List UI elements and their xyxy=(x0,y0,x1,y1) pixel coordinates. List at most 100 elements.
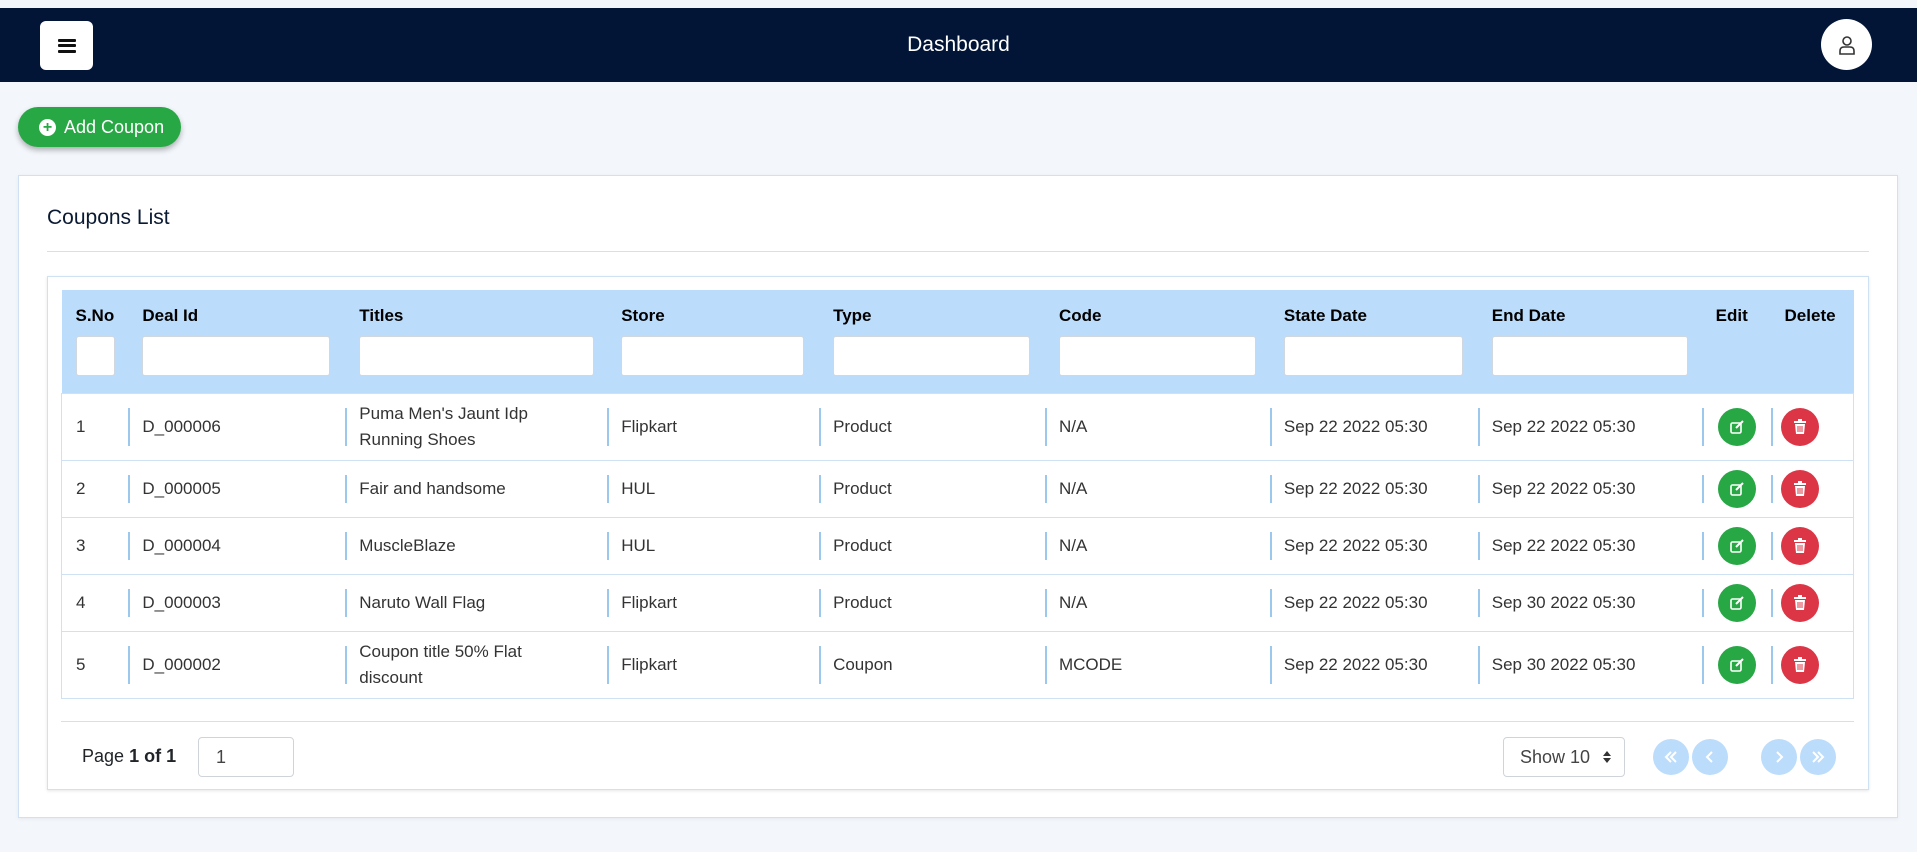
delete-button[interactable] xyxy=(1780,645,1819,684)
cell-edit xyxy=(1701,516,1771,574)
cell-edit xyxy=(1701,573,1771,631)
cell-text: HUL xyxy=(621,535,656,555)
edit-button[interactable] xyxy=(1717,645,1756,684)
cell-code: N/A xyxy=(1044,516,1270,574)
menu-icon xyxy=(57,38,76,53)
header-code: Code xyxy=(1045,290,1270,393)
cell-text: 2 xyxy=(76,478,86,498)
cell-text: Product xyxy=(833,478,892,498)
header-sno: S.No xyxy=(62,290,129,393)
cell-text: Naruto Wall Flag xyxy=(359,592,486,612)
filter-store-input[interactable] xyxy=(621,336,805,376)
user-button[interactable] xyxy=(1821,19,1872,70)
cell-text: N/A xyxy=(1058,535,1088,555)
page-size-select[interactable]: Show 10 xyxy=(1503,737,1625,777)
cell-title: Fair and handsome xyxy=(345,459,608,517)
cell-sno: 4 xyxy=(61,573,129,631)
cell-text: 1 xyxy=(76,416,86,436)
edit-icon xyxy=(1729,595,1744,610)
delete-button[interactable] xyxy=(1780,583,1819,622)
add-coupon-button[interactable]: + Add Coupon xyxy=(18,107,182,147)
cell-title: MuscleBlaze xyxy=(345,516,608,574)
table-row: 1 D_000006 Puma Men's Jaunt Idp Running Sh… xyxy=(61,392,1854,460)
edit-button[interactable] xyxy=(1717,407,1756,446)
delete-button[interactable] xyxy=(1780,407,1819,446)
cell-type: Coupon xyxy=(819,630,1045,699)
delete-button[interactable] xyxy=(1780,469,1819,508)
pager-divider xyxy=(61,721,1854,722)
header-label: Type xyxy=(833,306,872,325)
add-coupon-label: Add Coupon xyxy=(64,116,165,137)
header-delete: Delete xyxy=(1771,290,1854,393)
filter-end-date-input[interactable] xyxy=(1491,336,1688,376)
header-end-date: End Date xyxy=(1478,290,1702,393)
cell-start-date: Sep 22 2022 05:30 xyxy=(1269,630,1478,699)
cell-text: Sep 22 2022 05:30 xyxy=(1491,416,1636,436)
page-number-input[interactable] xyxy=(198,737,294,777)
header-type: Type xyxy=(819,290,1045,393)
filter-titles-input[interactable] xyxy=(359,336,595,376)
cell-text: Sep 22 2022 05:30 xyxy=(1491,535,1636,555)
cell-start-date: Sep 22 2022 05:30 xyxy=(1269,516,1478,574)
cell-deal-id: D_000006 xyxy=(128,392,346,460)
first-page-button[interactable] xyxy=(1653,739,1689,775)
cell-text: 5 xyxy=(76,654,86,674)
cell-text: N/A xyxy=(1058,416,1088,436)
cell-delete xyxy=(1770,630,1854,699)
cell-code: N/A xyxy=(1044,573,1270,631)
menu-button[interactable] xyxy=(40,21,93,70)
cell-title: Coupon title 50% Flat discount xyxy=(345,630,608,699)
cell-start-date: Sep 22 2022 05:30 xyxy=(1269,392,1478,460)
next-page-button[interactable] xyxy=(1761,739,1797,775)
table-container: S.No Deal Id Titles Store Type Code Stat… xyxy=(47,276,1869,790)
table-row: 5 D_000002 Coupon title 50% Flat discount F… xyxy=(61,630,1854,699)
edit-icon xyxy=(1729,419,1744,434)
cell-code: MCODE xyxy=(1044,630,1270,699)
cell-text: Flipkart xyxy=(621,416,677,436)
cell-text: Fair and handsome xyxy=(359,478,506,498)
top-navbar: Dashboard xyxy=(0,8,1917,82)
cell-text: Product xyxy=(833,416,892,436)
filter-sno-input[interactable] xyxy=(75,336,115,376)
chevron-left-icon xyxy=(1705,751,1713,763)
cell-text: D_000004 xyxy=(142,535,221,555)
cell-text: Sep 22 2022 05:30 xyxy=(1283,592,1428,612)
cell-code: N/A xyxy=(1044,392,1270,460)
cell-store: Flipkart xyxy=(607,630,820,699)
edit-button[interactable] xyxy=(1717,469,1756,508)
cell-text: N/A xyxy=(1058,478,1088,498)
header-start-date: State Date xyxy=(1270,290,1478,393)
edit-button[interactable] xyxy=(1717,526,1756,565)
cell-delete xyxy=(1770,573,1854,631)
cell-end-date: Sep 22 2022 05:30 xyxy=(1477,392,1702,460)
trash-icon xyxy=(1793,480,1806,496)
cell-text: Sep 22 2022 05:30 xyxy=(1283,478,1428,498)
filter-code-input[interactable] xyxy=(1058,336,1256,376)
table-header-row: S.No Deal Id Titles Store Type Code Stat… xyxy=(61,290,1854,393)
cell-text: Coupon xyxy=(833,654,893,674)
cell-text: Sep 22 2022 05:30 xyxy=(1283,654,1428,674)
cell-start-date: Sep 22 2022 05:30 xyxy=(1269,459,1478,517)
filter-deal-id-input[interactable] xyxy=(142,336,331,376)
filter-type-input[interactable] xyxy=(833,336,1031,376)
cell-sno: 2 xyxy=(61,459,129,517)
cell-end-date: Sep 30 2022 05:30 xyxy=(1477,573,1702,631)
delete-button[interactable] xyxy=(1780,526,1819,565)
header-label: Deal Id xyxy=(142,306,199,325)
cell-text: D_000006 xyxy=(142,416,221,436)
top-strip xyxy=(0,0,1917,8)
cell-deal-id: D_000002 xyxy=(128,630,346,699)
cell-end-date: Sep 22 2022 05:30 xyxy=(1477,516,1702,574)
edit-button[interactable] xyxy=(1717,583,1756,622)
cell-end-date: Sep 22 2022 05:30 xyxy=(1477,459,1702,517)
cell-text: Sep 22 2022 05:30 xyxy=(1491,478,1636,498)
cell-text: Puma Men's Jaunt Idp Running Shoes xyxy=(359,403,528,449)
cell-text: Sep 22 2022 05:30 xyxy=(1283,416,1428,436)
cell-title: Naruto Wall Flag xyxy=(345,573,608,631)
cell-store: Flipkart xyxy=(607,573,820,631)
last-page-button[interactable] xyxy=(1800,739,1836,775)
previous-page-button[interactable] xyxy=(1692,739,1728,775)
header-label: End Date xyxy=(1491,306,1566,325)
cell-store: HUL xyxy=(607,459,820,517)
filter-start-date-input[interactable] xyxy=(1283,336,1463,376)
